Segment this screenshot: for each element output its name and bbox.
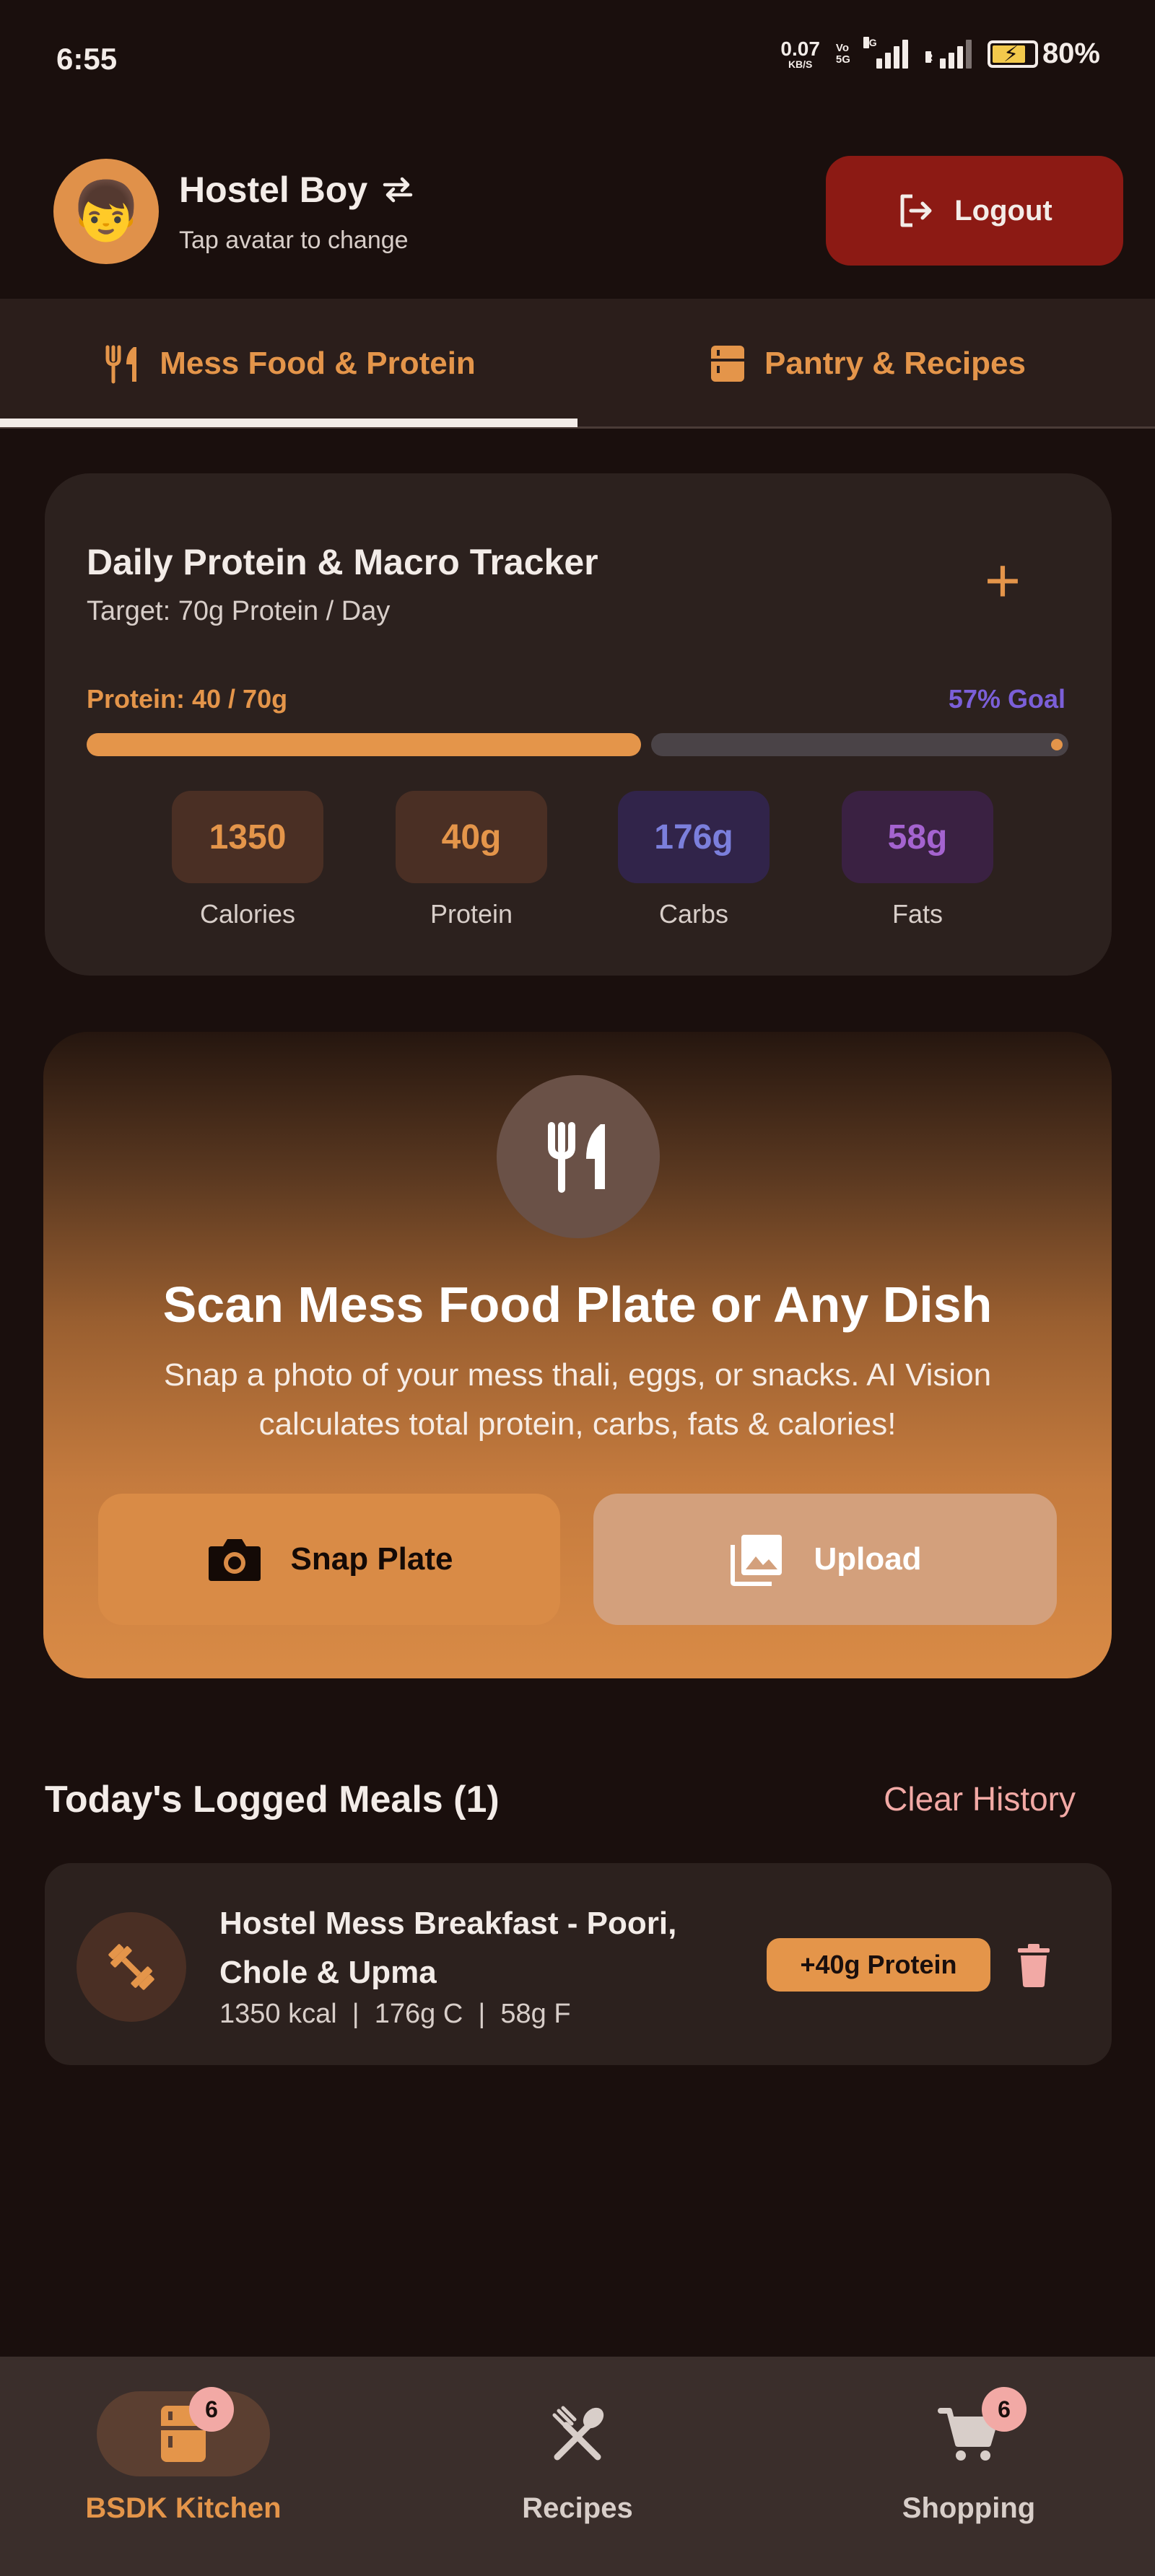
network-speed-value: 0.07: [780, 37, 820, 60]
meal-name: Hostel Mess Breakfast - Poori, Chole & U…: [219, 1906, 677, 1990]
volte-bottom: 5G: [835, 53, 850, 66]
nav-active-pill: 6: [97, 2387, 270, 2476]
upload-button[interactable]: Upload: [593, 1494, 1057, 1625]
battery-percent: 80%: [1042, 38, 1100, 69]
macro-fats: 58g Fats: [842, 791, 993, 929]
meal-stats: 1350 kcal | 176g C | 58g F: [219, 1999, 571, 2029]
nav-label: Shopping: [902, 2492, 1036, 2524]
user-name: Hostel Boy: [179, 170, 368, 210]
nav-badge: 6: [189, 2387, 234, 2432]
macro-label: Calories: [199, 899, 296, 929]
protein-badge: +40g Protein: [767, 1938, 990, 1992]
macro-value: 40g: [396, 791, 547, 883]
snap-plate-button[interactable]: Snap Plate: [98, 1494, 560, 1625]
logout-button[interactable]: Logout: [826, 156, 1123, 266]
battery-icon: ⚡: [987, 40, 1038, 68]
volte-icon: Vo 5G: [835, 41, 850, 66]
nav-badge: 6: [982, 2387, 1027, 2432]
fork-knife-icon: [105, 345, 137, 384]
status-bar: 6:55 0.07 KB/S Vo 5G 5G R ⚡ 80%: [0, 0, 1155, 127]
roaming-tag: R: [925, 51, 933, 63]
protein-progress-bar: [87, 733, 1068, 756]
dumbbell-icon: [108, 1944, 154, 1990]
signal-tag: 5G: [863, 36, 877, 48]
macro-carbs: 176g Carbs: [618, 791, 770, 929]
user-name-row[interactable]: Hostel Boy: [179, 169, 415, 211]
tab-bar: Mess Food & Protein Pantry & Recipes: [0, 299, 1155, 429]
macro-value: 1350: [172, 791, 323, 883]
macro-value: 58g: [842, 791, 993, 883]
macro-label: Protein: [430, 899, 513, 929]
camera-icon: [208, 1539, 261, 1581]
scan-description: Snap a photo of your mess thali, eggs, o…: [163, 1357, 992, 1442]
progress-fill: [87, 733, 641, 756]
tab-label: Mess Food & Protein: [160, 346, 476, 381]
volte-top: Vo: [835, 41, 849, 54]
tab-label: Pantry & Recipes: [764, 346, 1026, 381]
utensils-cross-icon: [552, 2406, 604, 2461]
goal-percent-label: 57% Goal: [948, 684, 1065, 714]
snap-plate-label: Snap Plate: [290, 1541, 453, 1577]
macro-protein: 40g Protein: [396, 791, 547, 929]
gallery-icon: [731, 1535, 783, 1586]
signal-icon: 5G: [863, 36, 908, 69]
meal-icon-circle: [77, 1912, 186, 2022]
macro-value: 176g: [618, 791, 770, 883]
avatar-emoji: 👦: [70, 179, 142, 243]
nav-pill: [491, 2391, 664, 2476]
nav-label: Recipes: [522, 2492, 633, 2524]
macro-label: Carbs: [658, 899, 729, 929]
upload-label: Upload: [814, 1541, 922, 1577]
status-indicators: 0.07 KB/S Vo 5G 5G R ⚡ 80%: [780, 36, 1100, 70]
nav-label: BSDK Kitchen: [85, 2492, 282, 2524]
add-meal-button[interactable]: +: [970, 546, 1035, 615]
charging-icon: ⚡: [1003, 42, 1019, 66]
network-speed: 0.07 KB/S: [780, 37, 820, 70]
tracker-target: Target: 70g Protein / Day: [87, 596, 391, 626]
scan-food-icon-circle: [497, 1075, 660, 1238]
fridge-icon: [711, 346, 745, 382]
avatar[interactable]: 👦: [53, 159, 159, 264]
fork-knife-icon: [548, 1122, 605, 1193]
delete-icon[interactable]: [1016, 1944, 1051, 1987]
avatar-hint: Tap avatar to change: [179, 227, 409, 254]
logout-icon: [900, 194, 932, 227]
macro-label: Fats: [892, 899, 943, 929]
protein-progress-label: Protein: 40 / 70g: [87, 684, 288, 714]
progress-end-dot: [1051, 739, 1063, 750]
tab-mess-food[interactable]: Mess Food & Protein: [0, 299, 578, 429]
network-speed-unit: KB/S: [788, 58, 813, 70]
clear-history-button[interactable]: Clear History: [884, 1779, 1076, 1818]
swap-icon: [383, 177, 413, 203]
macro-calories: 1350 Calories: [172, 791, 323, 929]
progress-remaining: [651, 733, 1068, 756]
signal-roaming-icon: R: [925, 39, 972, 69]
status-time: 6:55: [56, 42, 118, 76]
nav-item-shopping[interactable]: 6 Shopping: [824, 2357, 1113, 2576]
tracker-title: Daily Protein & Macro Tracker: [87, 542, 598, 582]
logout-label: Logout: [954, 194, 1052, 227]
logged-meals-title: Today's Logged Meals (1): [45, 1779, 500, 1821]
nav-pill: 6: [882, 2387, 1055, 2476]
active-tab-indicator: [0, 419, 578, 427]
scan-title: Scan Mess Food Plate or Any Dish: [162, 1276, 993, 1333]
nav-item-recipes[interactable]: Recipes: [433, 2357, 722, 2576]
tab-pantry[interactable]: Pantry & Recipes: [578, 299, 1155, 429]
battery-indicator: ⚡ 80%: [987, 38, 1100, 70]
nav-item-kitchen[interactable]: 6 BSDK Kitchen: [39, 2357, 328, 2576]
